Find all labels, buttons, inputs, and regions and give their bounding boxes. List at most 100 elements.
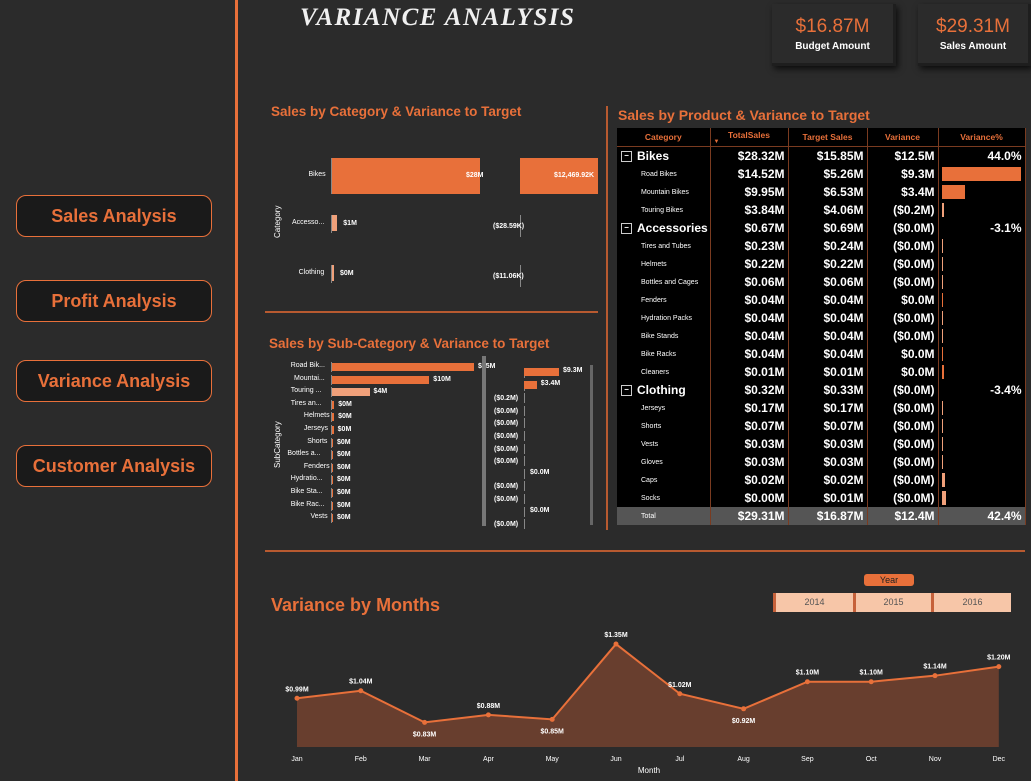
matrix-category-label: Tires and Tubes [641, 242, 691, 250]
data-label: $1.35M [604, 632, 628, 639]
matrix-group-row[interactable]: − Bikes $28.32M $15.85M $12.5M 44.0% [617, 146, 1026, 165]
subcategory-variance-data-label: ($0.2M) [494, 395, 519, 403]
matrix-group-row[interactable]: − Clothing $0.32M $0.33M ($0.0M) -3.4% [617, 381, 1026, 399]
subcategory-variance-tick [524, 443, 525, 454]
matrix-category-label: Touring Bikes [641, 206, 684, 214]
matrix-cell-category: Tires and Tubes [617, 237, 711, 255]
matrix-cell-variance: ($0.0M) [867, 435, 939, 453]
data-label: $1.04M [349, 679, 373, 686]
kpi-sales-label: Sales Amount [939, 41, 1007, 52]
matrix-row[interactable]: Road Bikes $14.52M $5.26M $9.3M [617, 165, 1026, 183]
subcategory-sales-data-label: $0M [338, 400, 352, 408]
year-2015-button[interactable]: 2015 [853, 593, 931, 612]
subcategory-label: Hydratio... [290, 475, 323, 483]
matrix-cell-target: $0.07M [788, 417, 868, 435]
subcategory-variance-scrollbar[interactable] [590, 365, 593, 525]
x-tick-label: Sep [801, 756, 814, 763]
subcategory-sales-data-label: $0M [338, 413, 352, 421]
subcategory-variance-tick [524, 506, 525, 517]
kpi-budget-card: $16.87M Budget Amount [772, 4, 896, 66]
matrix-header-variance[interactable]: Variance [867, 128, 939, 147]
subcategory-variance-bar [524, 368, 559, 376]
matrix-category-label: Bikes [637, 149, 670, 163]
nav-customer-analysis-button[interactable]: Customer Analysis [16, 445, 212, 487]
monthly-chart-title: Variance by Months [271, 595, 441, 615]
data-label: $0.83M [413, 731, 437, 738]
category-sales-bar [332, 158, 480, 194]
subcategory-label: Tires an... [290, 399, 322, 407]
matrix-cell-variance: ($0.2M) [867, 201, 939, 219]
matrix-group-row[interactable]: − Accessories $0.67M $0.69M ($0.0M) -3.1% [617, 219, 1026, 237]
year-2014-button[interactable]: 2014 [773, 593, 853, 612]
data-point [613, 641, 619, 647]
matrix-row[interactable]: Hydration Packs $0.04M $0.04M ($0.0M) [617, 309, 1026, 327]
data-point [932, 673, 938, 679]
matrix-row[interactable]: Vests $0.03M $0.03M ($0.0M) [617, 435, 1026, 453]
matrix-cell-category: Touring Bikes [617, 201, 711, 219]
matrix-cell-category: Socks [617, 489, 711, 507]
subcategory-label: Helmets [303, 412, 330, 420]
matrix-row[interactable]: Tires and Tubes $0.23M $0.24M ($0.0M) [617, 237, 1026, 255]
matrix-header-category[interactable]: Category [617, 128, 711, 147]
year-2016-button[interactable]: 2016 [931, 593, 1011, 612]
matrix-header-target[interactable]: Target Sales [788, 128, 868, 147]
matrix-row[interactable]: Bike Racks $0.04M $0.04M $0.0M [617, 345, 1026, 363]
variance-pct-bar [941, 347, 943, 361]
nav-profit-analysis-button[interactable]: Profit Analysis [16, 280, 212, 322]
matrix-row[interactable]: Gloves $0.03M $0.03M ($0.0M) [617, 453, 1026, 471]
matrix-row[interactable]: Shorts $0.07M $0.07M ($0.0M) [617, 417, 1026, 435]
variance-pct-bar [941, 473, 945, 487]
variance-pct-bar-cell [941, 365, 1022, 379]
matrix-cell-variance-pct: 44.0% [938, 146, 1026, 165]
matrix-category-label: Total [641, 512, 656, 520]
x-tick-label: Jun [610, 756, 621, 763]
subcategory-sales-bar [332, 463, 333, 472]
matrix-header-totalsales[interactable]: TotalSales ▼ [710, 128, 789, 147]
page-title: VARIANCE ANALYSIS [300, 4, 576, 31]
matrix-row[interactable]: Cleaners $0.01M $0.01M $0.0M [617, 363, 1026, 381]
matrix-cell-variance-pct [938, 183, 1026, 201]
matrix-row[interactable]: Touring Bikes $3.84M $4.06M ($0.2M) [617, 201, 1026, 219]
subcategory-scrollbar[interactable] [482, 356, 486, 526]
matrix-row[interactable]: Socks $0.00M $0.01M ($0.0M) [617, 489, 1026, 507]
kpi-budget-label: Budget Amount [795, 41, 870, 52]
x-tick-label: Aug [737, 756, 750, 763]
nav-sales-analysis-button[interactable]: Sales Analysis [16, 195, 212, 237]
collapse-icon: − [621, 223, 632, 235]
matrix-cell-totalsales: $0.23M [710, 237, 789, 255]
matrix-category-label: Accessories [637, 221, 708, 235]
matrix-category-label: Hydration Packs [641, 314, 692, 322]
variance-pct-bar-cell [941, 401, 1022, 415]
data-label: $1.14M [923, 664, 947, 671]
matrix-category-label: Road Bikes [641, 170, 677, 178]
matrix-cell-variance-pct [938, 201, 1026, 219]
variance-pct-bar-cell [941, 347, 1022, 361]
matrix-row[interactable]: Caps $0.02M $0.02M ($0.0M) [617, 471, 1026, 489]
matrix-row[interactable]: Helmets $0.22M $0.22M ($0.0M) [617, 255, 1026, 273]
nav-variance-analysis-button[interactable]: Variance Analysis [16, 360, 212, 402]
matrix-cell-target: $0.04M [788, 291, 868, 309]
variance-pct-bar-cell [941, 329, 1022, 343]
subcategory-variance-data-label: ($0.0M) [494, 445, 519, 453]
matrix-header-variance-pct[interactable]: Variance% [938, 128, 1026, 147]
subcategory-variance-tick [524, 431, 525, 441]
matrix-cell-variance: ($0.0M) [867, 381, 939, 399]
data-point [741, 706, 747, 712]
matrix-cell-category: Mountain Bikes [617, 183, 711, 201]
matrix-row[interactable]: Mountain Bikes $9.95M $6.53M $3.4M [617, 183, 1026, 201]
matrix-row[interactable]: Bottles and Cages $0.06M $0.06M ($0.0M) [617, 273, 1026, 291]
matrix-cell-variance-pct [938, 363, 1026, 381]
subcategory-variance-data-label: ($0.0M) [494, 496, 519, 503]
matrix-cell-totalsales: $0.01M [710, 363, 789, 381]
matrix-cell-target: $0.17M [788, 399, 868, 417]
matrix-total-row[interactable]: Total $29.31M $16.87M $12.4M 42.4% [617, 507, 1026, 525]
subcategory-sales-bar [332, 438, 333, 447]
subcategory-sales-bar [332, 476, 333, 485]
matrix-cell-totalsales: $0.04M [710, 327, 789, 345]
matrix-row[interactable]: Fenders $0.04M $0.04M $0.0M [617, 291, 1026, 309]
matrix-category-label: Fenders [641, 296, 667, 304]
matrix-row[interactable]: Jerseys $0.17M $0.17M ($0.0M) [617, 399, 1026, 417]
matrix-row[interactable]: Bike Stands $0.04M $0.04M ($0.0M) [617, 327, 1026, 345]
variance-pct-bar-cell [941, 419, 1022, 433]
matrix-cell-category: Jerseys [617, 399, 711, 417]
